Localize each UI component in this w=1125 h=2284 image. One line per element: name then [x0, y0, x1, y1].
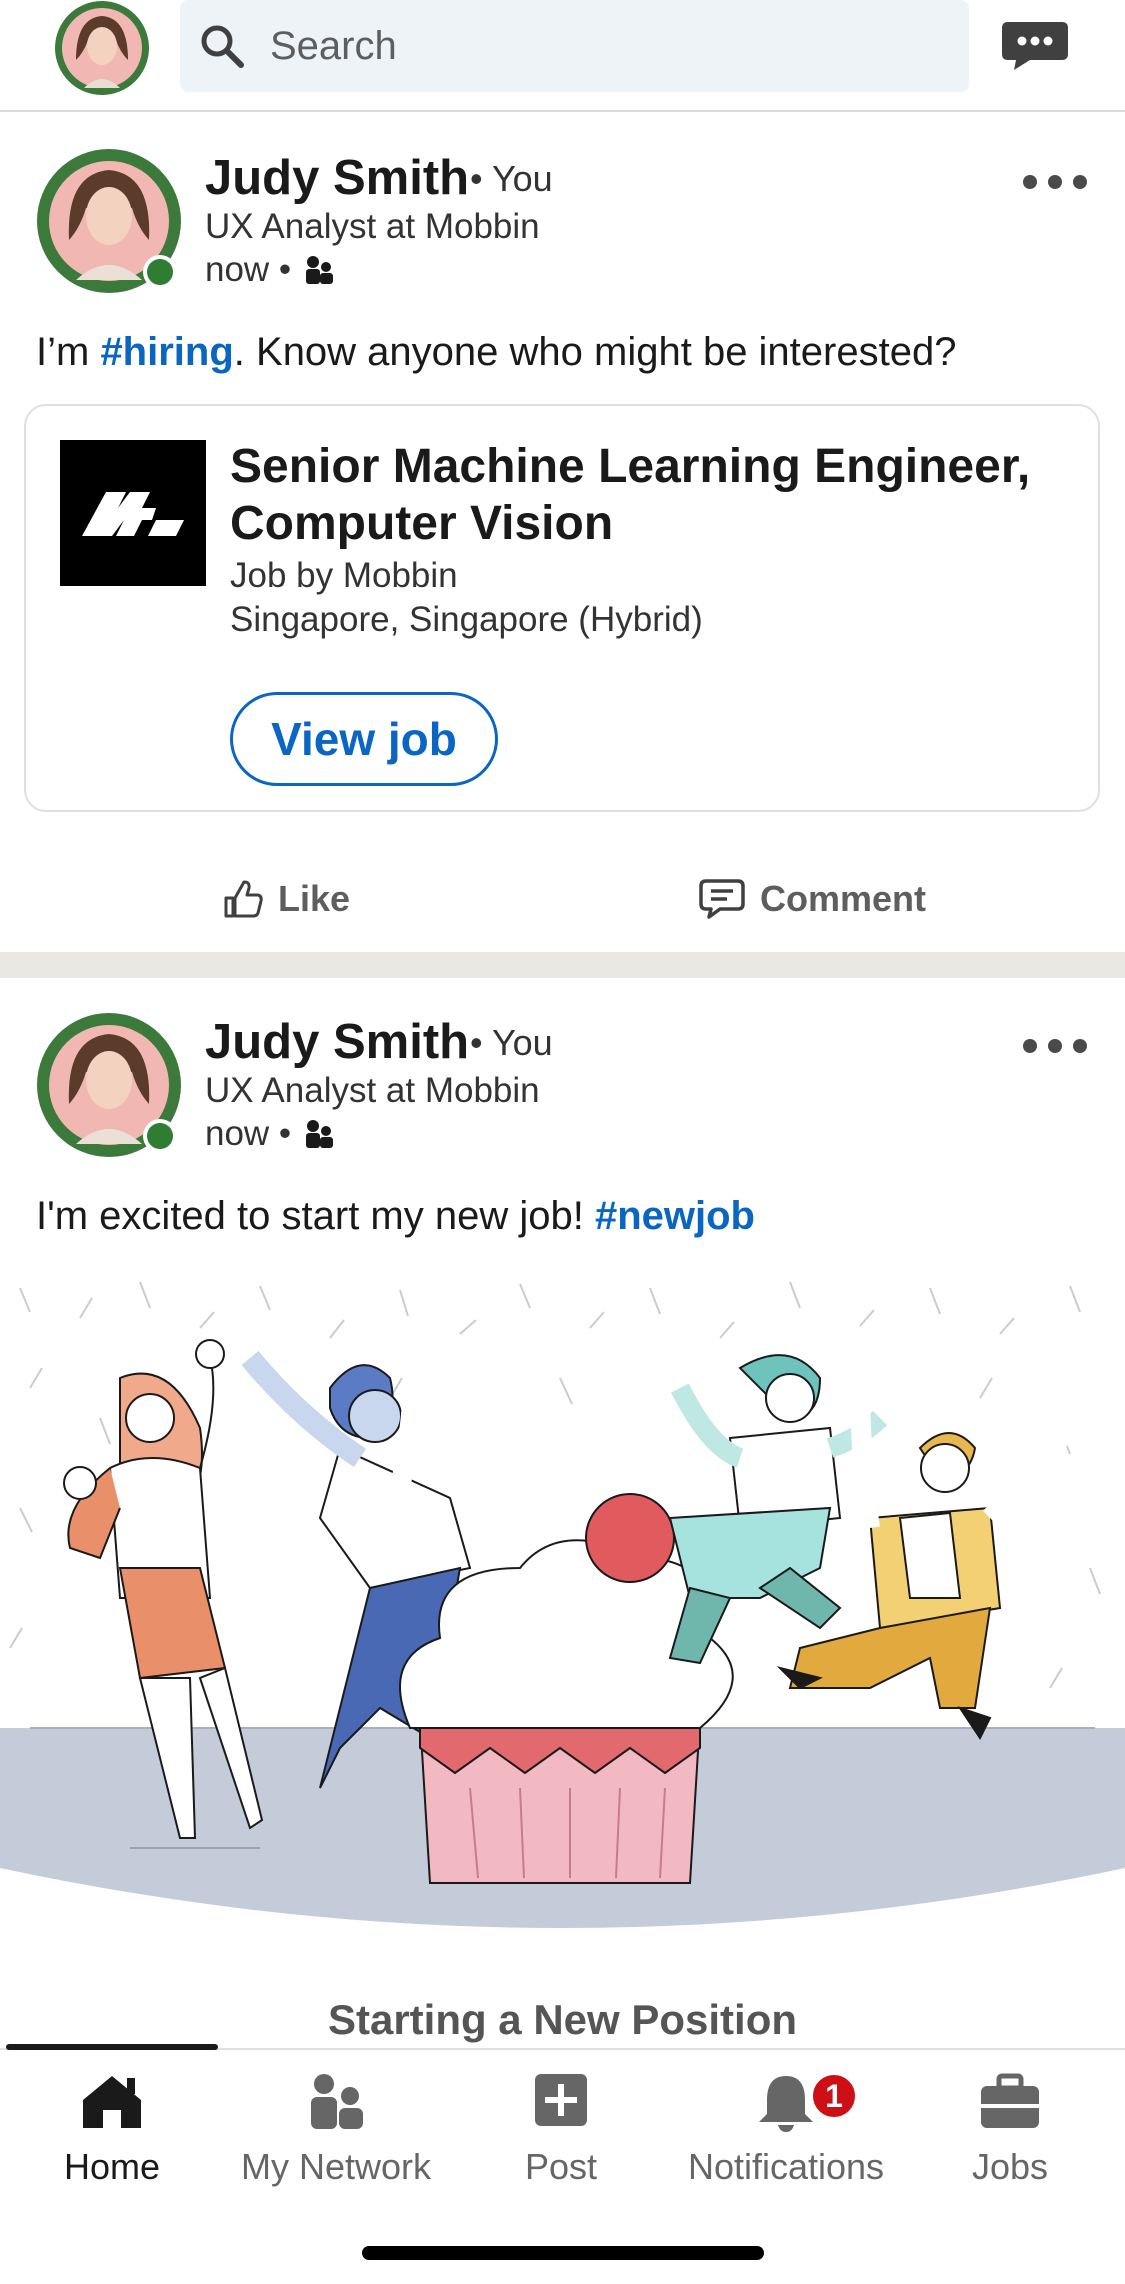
- nav-home[interactable]: Home: [0, 2070, 224, 2210]
- home-icon: [83, 2076, 141, 2128]
- connections-visibility-icon: [306, 256, 334, 284]
- like-button[interactable]: Like: [222, 854, 350, 944]
- hashtag-link[interactable]: #newjob: [595, 1194, 755, 1238]
- search-placeholder: Search: [270, 23, 397, 68]
- home-indicator[interactable]: [362, 2246, 764, 2260]
- nav-notifications[interactable]: 1 Notifications: [674, 2070, 898, 2210]
- comment-label: Comment: [760, 878, 927, 919]
- network-icon: [311, 2074, 363, 2129]
- illustration-caption: Starting a New Position: [327, 1996, 798, 2043]
- profile-avatar[interactable]: [54, 0, 150, 96]
- search-bar[interactable]: Search: [180, 0, 969, 92]
- author-avatar[interactable]: [36, 1012, 182, 1158]
- dot: [1023, 1039, 1037, 1053]
- nav-label: My Network: [240, 2146, 432, 2187]
- you-label: • You: [470, 1022, 553, 1063]
- like-icon: [224, 880, 263, 918]
- author-headline: UX Analyst at Mobbin: [205, 1071, 540, 1110]
- nav-my-network[interactable]: My Network: [224, 2070, 448, 2210]
- post-more-options-button[interactable]: [1023, 1036, 1087, 1056]
- nav-label: Notifications: [687, 2146, 885, 2187]
- you-label: • You: [470, 158, 553, 199]
- post-text: I'm excited to start my new job! #newjob: [36, 1194, 755, 1239]
- job-company: Job by Mobbin: [230, 556, 458, 595]
- post-text-start: I'm excited to start my new job!: [36, 1194, 595, 1238]
- briefcase-icon: [981, 2073, 1039, 2128]
- nav-label: Home: [63, 2146, 161, 2187]
- active-tab-indicator: [6, 2044, 218, 2050]
- post-time: now •: [205, 1114, 292, 1153]
- feed-divider: [0, 952, 1125, 978]
- post-actions: Like Comment: [0, 854, 1125, 944]
- post-more-options-button[interactable]: [1023, 172, 1087, 192]
- post-text-start: I’m: [36, 330, 101, 374]
- nav-post[interactable]: Post: [449, 2070, 673, 2210]
- hashtag-link[interactable]: #hiring: [100, 330, 233, 374]
- post-text-end: . Know anyone who might be interested?: [233, 330, 957, 374]
- dot: [1023, 175, 1037, 189]
- dot: [1048, 175, 1062, 189]
- job-location: Singapore, Singapore (Hybrid): [230, 600, 703, 639]
- dot: [1073, 175, 1087, 189]
- linkedin-feed-screen: Search Judy Smith • You UX Analyst at Mo…: [0, 0, 1125, 2284]
- post-meta: now •: [205, 250, 335, 290]
- post-text: I’m #hiring. Know anyone who might be in…: [36, 330, 956, 375]
- dot: [1073, 1039, 1087, 1053]
- nav-label: Jobs: [971, 2146, 1049, 2187]
- nav-jobs[interactable]: Jobs: [898, 2070, 1122, 2210]
- messaging-icon[interactable]: [1000, 20, 1070, 72]
- nav-label: Post: [524, 2146, 598, 2187]
- comment-icon: [699, 879, 745, 919]
- like-label: Like: [278, 878, 351, 919]
- feed-post: Judy Smith • You UX Analyst at Mobbin no…: [0, 978, 1125, 2048]
- author-headline: UX Analyst at Mobbin: [205, 207, 540, 246]
- new-position-illustration[interactable]: [0, 1268, 1125, 1968]
- author-name[interactable]: Judy Smith: [205, 150, 469, 206]
- job-title[interactable]: Senior Machine Learning Engineer, Comput…: [230, 438, 1060, 552]
- notification-badge: 1: [810, 2072, 858, 2120]
- author-avatar[interactable]: [36, 148, 182, 294]
- feed-post: Judy Smith • You UX Analyst at Mobbin no…: [0, 112, 1125, 952]
- search-icon: [201, 25, 244, 68]
- dot: [1048, 1039, 1062, 1053]
- job-card[interactable]: Senior Machine Learning Engineer, Comput…: [24, 404, 1100, 812]
- post-time: now •: [205, 250, 292, 289]
- author-name[interactable]: Judy Smith: [205, 1014, 469, 1070]
- comment-button[interactable]: Comment: [698, 854, 926, 944]
- mobbin-logo: [60, 440, 206, 586]
- top-bar: Search: [0, 0, 1125, 112]
- view-job-button[interactable]: View job: [230, 692, 498, 786]
- post-meta: now •: [205, 1114, 335, 1154]
- connections-visibility-icon: [306, 1120, 334, 1148]
- post-icon: [535, 2074, 587, 2126]
